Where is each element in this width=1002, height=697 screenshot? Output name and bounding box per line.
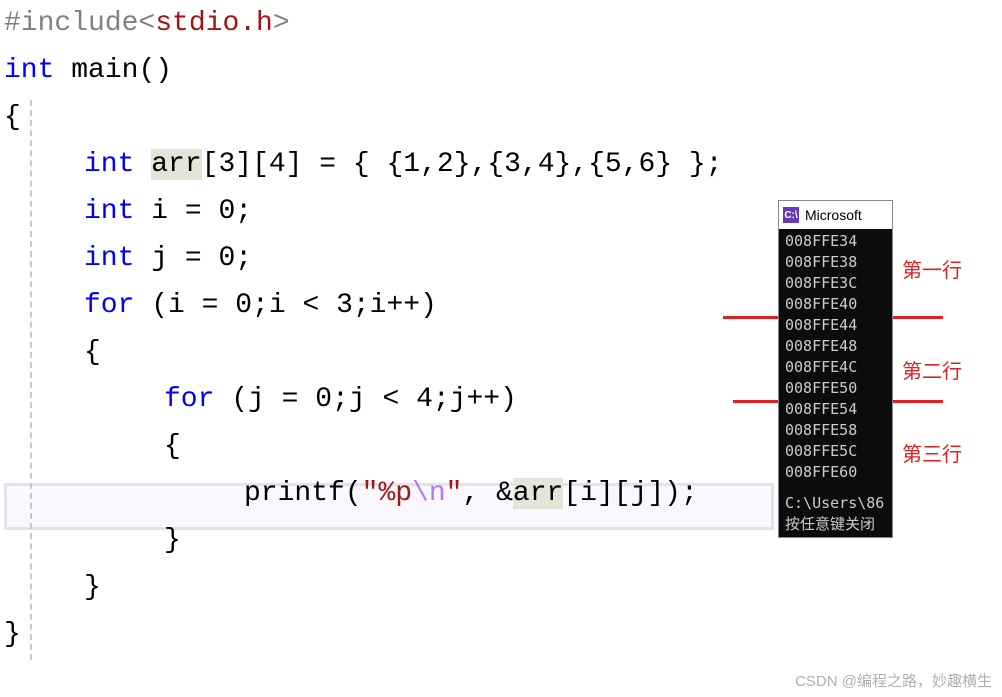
console-prompt: 按任意键关闭 — [785, 514, 886, 535]
console-titlebar[interactable]: C:\ Microsoft — [779, 201, 892, 229]
console-window[interactable]: C:\ Microsoft 008FFE34 008FFE38 008FFE3C… — [778, 200, 893, 538]
watermark: CSDN @编程之路，妙趣横生 — [795, 670, 992, 691]
code-line-3[interactable]: { — [4, 94, 1002, 141]
redline-1 — [723, 316, 778, 319]
console-line: 008FFE5C — [785, 441, 886, 462]
code-line-14[interactable]: } — [4, 611, 1002, 658]
console-line: 008FFE3C — [785, 273, 886, 294]
console-line: 008FFE50 — [785, 378, 886, 399]
code-line-2[interactable]: int main() — [4, 47, 1002, 94]
code-line-4[interactable]: int arr[3][4] = { {1,2},{3,4},{5,6} }; — [4, 141, 1002, 188]
annotation-row3: 第三行 — [902, 438, 962, 467]
console-line: 008FFE60 — [785, 462, 886, 483]
console-icon: C:\ — [783, 207, 799, 223]
console-output[interactable]: 008FFE34 008FFE38 008FFE3C 008FFE40 008F… — [779, 229, 892, 537]
annotation-row2: 第二行 — [902, 355, 962, 384]
redline-2b — [893, 400, 943, 403]
console-line: 008FFE40 — [785, 294, 886, 315]
console-path: C:\Users\86 — [785, 493, 886, 514]
console-line: 008FFE54 — [785, 399, 886, 420]
console-line: 008FFE34 — [785, 231, 886, 252]
console-line: 008FFE4C — [785, 357, 886, 378]
code-line-13[interactable]: } — [4, 564, 1002, 611]
redline-2 — [733, 400, 778, 403]
arr-identifier: arr — [513, 478, 563, 509]
preproc-include: #include — [4, 8, 138, 39]
console-title-text: Microsoft — [805, 205, 862, 226]
annotation-row1: 第一行 — [902, 254, 962, 283]
redline-1b — [893, 316, 943, 319]
console-line: 008FFE38 — [785, 252, 886, 273]
code-line-1[interactable]: #include<stdio.h> — [4, 0, 1002, 47]
console-line: 008FFE48 — [785, 336, 886, 357]
include-file: stdio.h — [155, 8, 273, 39]
console-line: 008FFE58 — [785, 420, 886, 441]
console-line: 008FFE44 — [785, 315, 886, 336]
arr-identifier: arr — [151, 149, 201, 180]
